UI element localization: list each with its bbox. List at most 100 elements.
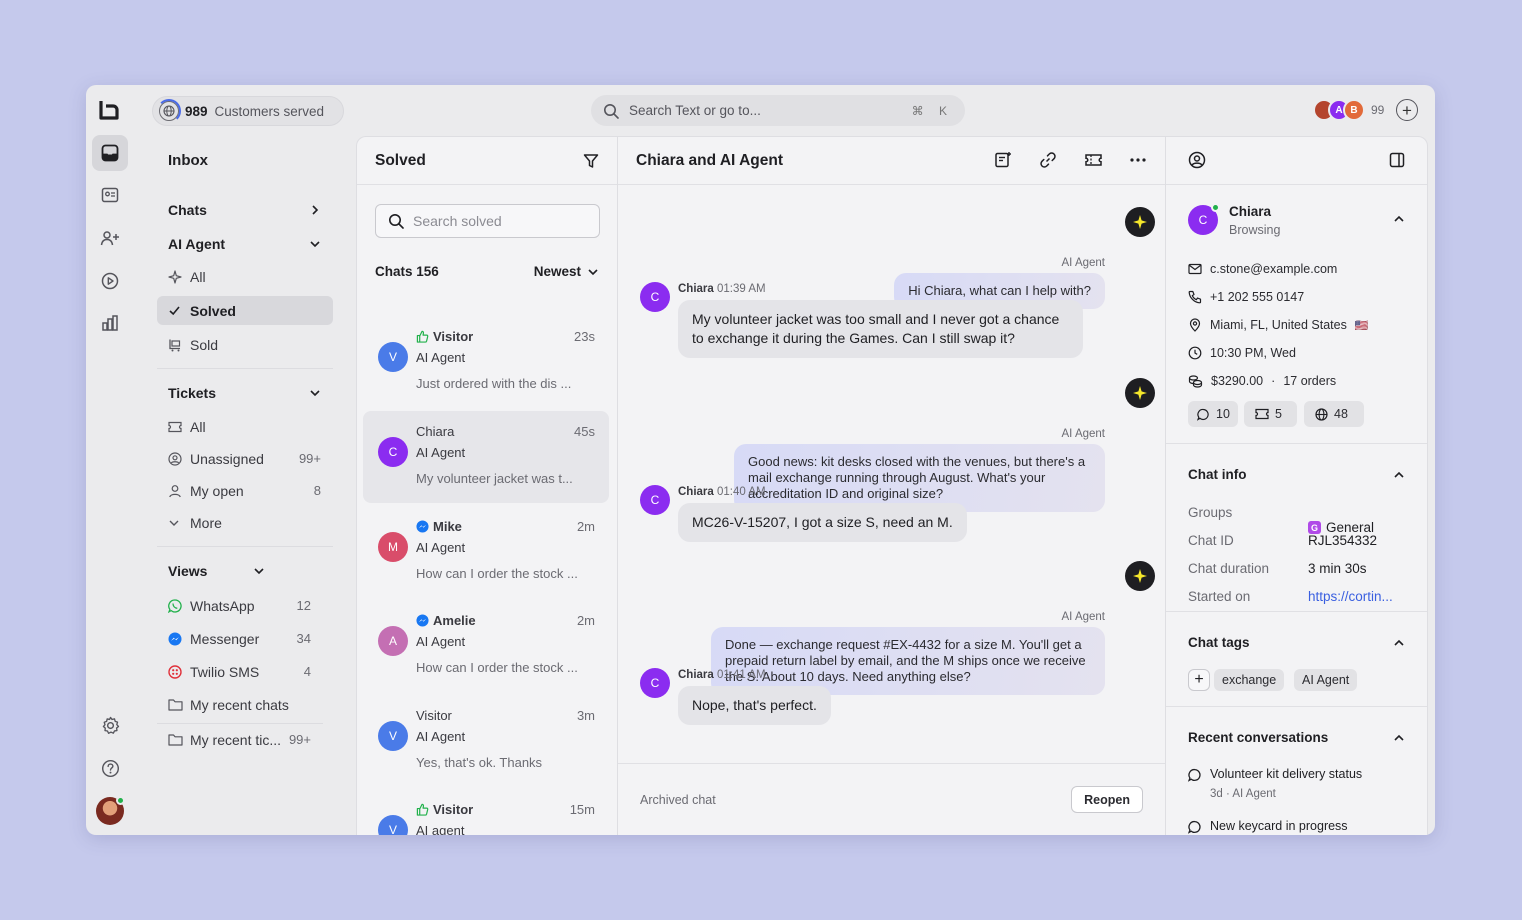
sidebar-item-more[interactable]: More xyxy=(157,508,333,537)
add-tag-button[interactable]: + xyxy=(1188,669,1210,691)
team-avatars[interactable]: A B 99 xyxy=(1313,99,1384,121)
sidebar-item-unassigned[interactable]: Unassigned 99+ xyxy=(157,444,333,473)
recent-meta: 3d · AI Agent xyxy=(1210,788,1276,800)
list-item[interactable]: M Mike 2m AI Agent How can I order the stock… xyxy=(363,506,609,598)
user-circle-icon xyxy=(168,451,190,466)
sort-dropdown[interactable]: Newest xyxy=(534,264,599,279)
sidebar-item-my-open[interactable]: My open 8 xyxy=(157,476,333,505)
chevron-down-icon xyxy=(253,565,265,577)
messenger-icon xyxy=(416,614,429,627)
sidebar-item-tickets[interactable]: Tickets xyxy=(157,378,333,407)
search-icon xyxy=(388,213,404,229)
avatar: C xyxy=(640,282,670,312)
conversation-preview: Yes, that's ok. Thanks xyxy=(416,755,543,770)
more-options-icon[interactable] xyxy=(1129,151,1147,169)
tickets-stat[interactable]: 5 xyxy=(1244,401,1297,427)
app-window: 989 Customers served Search Text or go t… xyxy=(86,85,1435,835)
divider xyxy=(157,546,333,547)
user-avatar-button[interactable] xyxy=(92,793,128,829)
reopen-button[interactable]: Reopen xyxy=(1071,786,1143,813)
nav-help[interactable] xyxy=(92,750,128,786)
notes-icon[interactable] xyxy=(994,151,1012,169)
list-item[interactable]: V Visitor 15m AI agent xyxy=(363,789,609,835)
tag-chip[interactable]: exchange xyxy=(1214,669,1285,691)
link-icon[interactable] xyxy=(1039,151,1057,169)
conversation-name: Chiara xyxy=(416,424,454,439)
sidebar-item-label: WhatsApp xyxy=(190,597,255,614)
stat-value: 48 xyxy=(1334,407,1348,421)
avatar: C xyxy=(378,437,408,467)
list-item[interactable]: C Chiara 45s AI Agent My volunteer jacket wa… xyxy=(363,411,609,503)
app-logo[interactable] xyxy=(98,99,120,121)
online-indicator xyxy=(116,796,125,805)
avatar: V xyxy=(378,815,408,835)
sender-name: Chiara xyxy=(678,669,714,681)
info-value: 3 min 30s xyxy=(1308,561,1367,576)
chevron-up-icon[interactable] xyxy=(1393,469,1405,481)
sidebar-item-label: Messenger xyxy=(190,630,260,647)
global-search[interactable]: Search Text or go to... ⌘ K xyxy=(591,95,965,126)
count-badge: 99+ xyxy=(298,451,321,466)
info-key: Groups xyxy=(1188,505,1233,520)
conversation-name: Visitor xyxy=(416,802,473,817)
tag-chip[interactable]: AI Agent xyxy=(1294,669,1358,691)
sidebar-item-ai-agent[interactable]: AI Agent xyxy=(157,229,333,258)
sidebar-item-label: Views xyxy=(168,562,208,579)
customer-email[interactable]: c.stone@example.com xyxy=(1188,262,1337,276)
chevron-up-icon[interactable] xyxy=(1393,732,1405,744)
sidebar-item-messenger[interactable]: Messenger 34 xyxy=(157,624,323,653)
sidebar-item-ai-sold[interactable]: Sold xyxy=(157,330,333,359)
sidebar-item-my-recent-tickets[interactable]: My recent tic... 99+ xyxy=(157,725,323,754)
conversation-preview: My volunteer jacket was t... xyxy=(416,471,573,486)
add-button[interactable]: + xyxy=(1396,99,1418,121)
play-circle-icon xyxy=(101,272,119,290)
sidebar-item-label: My recent tic... xyxy=(190,731,282,748)
customer-phone[interactable]: +1 202 555 0147 xyxy=(1188,290,1304,304)
folder-icon xyxy=(168,698,190,711)
started-on-link[interactable]: https://cortin... xyxy=(1308,589,1393,604)
sidebar-item-twilio[interactable]: Twilio SMS 4 xyxy=(157,657,323,686)
nav-contacts[interactable] xyxy=(92,177,128,213)
help-icon xyxy=(101,759,120,778)
sender-name: Chiara xyxy=(678,486,714,498)
sidebar-item-ai-solved[interactable]: Solved xyxy=(157,296,333,325)
email-value: c.stone@example.com xyxy=(1210,262,1338,276)
nav-settings[interactable] xyxy=(92,707,128,743)
contact-name: Visitor xyxy=(433,329,474,344)
chevron-up-icon[interactable] xyxy=(1393,213,1405,225)
chats-stat[interactable]: 10 xyxy=(1188,401,1238,427)
avatar-initial: C xyxy=(1198,213,1208,227)
nav-automation[interactable] xyxy=(92,263,128,299)
list-item[interactable]: V Visitor 3m AI Agent Yes, that's ok. Thanks xyxy=(363,695,609,787)
customer-location: Miami, FL, United States 🇺🇸 xyxy=(1188,318,1369,332)
ticket-icon[interactable] xyxy=(1084,151,1103,169)
sidebar-item-tickets-all[interactable]: All xyxy=(157,412,333,441)
customers-served-badge[interactable]: 989 Customers served xyxy=(152,96,344,126)
message-bubble: Done — exchange request #EX-4432 for a s… xyxy=(711,627,1105,695)
customer-profile-icon[interactable] xyxy=(1188,151,1206,169)
bar-chart-icon xyxy=(101,314,119,332)
sidebar-item-ai-all[interactable]: All xyxy=(157,262,333,291)
nav-inbox[interactable] xyxy=(92,135,128,171)
chevron-up-icon[interactable] xyxy=(1393,637,1405,649)
sidebar-item-my-recent-chats[interactable]: My recent chats xyxy=(157,690,323,719)
conversation-preview: How can I order the stock ... xyxy=(416,660,578,675)
customers-label: Customers served xyxy=(214,103,325,119)
nav-rail xyxy=(86,135,133,835)
nav-team[interactable] xyxy=(92,220,128,256)
search-solved-input[interactable]: Search solved xyxy=(375,204,600,238)
sidebar-item-label: AI Agent xyxy=(168,235,226,252)
list-item[interactable]: A Amelie 2m AI Agent How can I order the sto… xyxy=(363,600,609,692)
recent-conversations-section: Recent conversations Volunteer kit deliv… xyxy=(1166,707,1427,835)
sidebar-item-whatsapp[interactable]: WhatsApp 12 xyxy=(157,591,323,620)
nav-reports[interactable] xyxy=(92,305,128,341)
sidebar-toggle-icon[interactable] xyxy=(1389,152,1405,168)
list-item[interactable]: V Visitor 23s AI Agent Just ordered with the… xyxy=(363,316,609,408)
user-icon xyxy=(168,484,190,498)
visits-stat[interactable]: 48 xyxy=(1304,401,1364,427)
sidebar-item-views[interactable]: Views xyxy=(157,556,277,585)
sidebar-item-chats[interactable]: Chats xyxy=(157,195,333,224)
flag-icon: 🇺🇸 xyxy=(1354,319,1369,332)
filter-icon[interactable] xyxy=(583,153,599,169)
plus-icon: + xyxy=(1402,100,1412,120)
